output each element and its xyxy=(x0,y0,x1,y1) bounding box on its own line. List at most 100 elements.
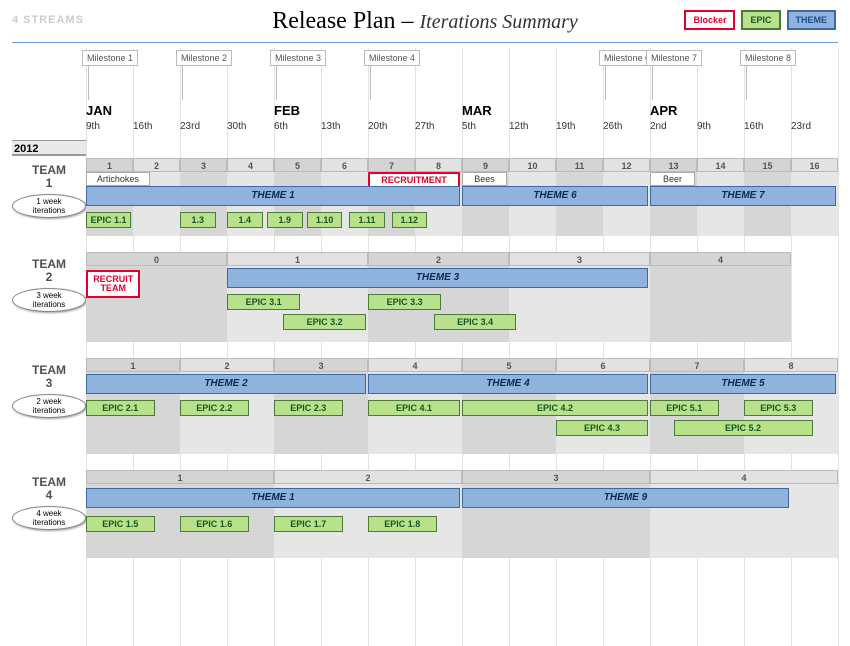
legend-blocker: Blocker xyxy=(684,10,735,30)
blocker-bar: RECRUIT TEAM xyxy=(86,270,140,298)
iteration-pill: 2 week iterations xyxy=(12,394,86,418)
title-sub: Iterations Summary xyxy=(419,11,577,33)
milestone: Milestone 8 xyxy=(740,50,796,66)
date-label: 23rd xyxy=(180,121,200,132)
epic-bar: 1.10 xyxy=(307,212,343,228)
team-name: TEAM3 xyxy=(12,364,86,390)
iteration-header: 9 xyxy=(462,158,509,172)
epic-bar: EPIC 1.8 xyxy=(368,516,437,532)
iteration-header: 3 xyxy=(274,358,368,372)
iteration-header: 5 xyxy=(274,158,321,172)
date-label: 6th xyxy=(274,121,288,132)
epic-bar: 1.3 xyxy=(180,212,216,228)
iteration-header: 3 xyxy=(509,252,650,266)
iteration-header: 1 xyxy=(86,358,180,372)
epic-bar: EPIC 1.1 xyxy=(86,212,131,228)
epic-bar: 1.12 xyxy=(392,212,428,228)
iteration-pill: 3 week iterations xyxy=(12,288,86,312)
team-row: 12345678910111213141516ArtichokesBeesBee… xyxy=(86,158,850,236)
iteration-header: 4 xyxy=(227,158,274,172)
iteration-header: 4 xyxy=(368,358,462,372)
iteration-header: 1 xyxy=(227,252,368,266)
epic-bar: EPIC 2.2 xyxy=(180,400,249,416)
epic-bar: EPIC 3.2 xyxy=(283,314,366,330)
theme-bar: THEME 2 xyxy=(86,374,366,394)
iteration-pill: 1 week iterations xyxy=(12,194,86,218)
epic-bar: 1.11 xyxy=(349,212,385,228)
date-label: 16th xyxy=(133,121,152,132)
date-label: 27th xyxy=(415,121,434,132)
month-label: APR xyxy=(650,103,677,118)
iteration-header: 12 xyxy=(603,158,650,172)
epic-bar: EPIC 3.3 xyxy=(368,294,441,310)
epic-bar: EPIC 4.2 xyxy=(462,400,648,416)
date-label: 2nd xyxy=(650,121,667,132)
team-name: TEAM4 xyxy=(12,476,86,502)
release-plan-chart: 2012 JANFEBMARAPR9th16th23rd30th6th13th2… xyxy=(12,48,850,646)
team-row: 12345678THEME 2THEME 4THEME 5EPIC 2.1EPI… xyxy=(86,358,850,454)
iteration-header: 7 xyxy=(650,358,744,372)
iteration-pill: 4 week iterations xyxy=(12,506,86,530)
epic-bar: EPIC 3.4 xyxy=(434,314,517,330)
date-label: 23rd xyxy=(791,121,811,132)
title-sep: – xyxy=(395,8,419,34)
note-bar: Beer xyxy=(650,172,695,186)
date-label: 12th xyxy=(509,121,528,132)
team-row: 1234 THEME 1THEME 9 EPIC 1.5 EPIC 1.6 EPIC 1… xyxy=(86,470,850,558)
iteration-header: 8 xyxy=(415,158,462,172)
date-label: 30th xyxy=(227,121,246,132)
year-label: 2012 xyxy=(12,140,86,156)
date-label: 13th xyxy=(321,121,340,132)
iteration-header: 11 xyxy=(556,158,603,172)
date-label: 20th xyxy=(368,121,387,132)
date-label: 9th xyxy=(86,121,100,132)
date-label: 5th xyxy=(462,121,476,132)
theme-bar: THEME 3 xyxy=(227,268,648,288)
theme-bar: THEME 1 xyxy=(86,186,460,206)
legend-theme: THEME xyxy=(787,10,837,30)
epic-bar: EPIC 2.3 xyxy=(274,400,343,416)
iteration-header: 3 xyxy=(180,158,227,172)
epic-bar: 1.9 xyxy=(267,212,303,228)
iteration-header: 7 xyxy=(368,158,415,172)
month-label: MAR xyxy=(462,103,492,118)
epic-bar: EPIC 5.2 xyxy=(674,420,813,436)
team-name: TEAM2 xyxy=(12,258,86,284)
epic-bar: EPIC 3.1 xyxy=(227,294,300,310)
milestone: Milestone 3 xyxy=(270,50,326,66)
epic-bar: EPIC 4.3 xyxy=(556,420,648,436)
iteration-header: 5 xyxy=(462,358,556,372)
theme-bar: THEME 9 xyxy=(462,488,789,508)
iteration-header: 1 xyxy=(86,470,274,484)
iteration-header: 3 xyxy=(462,470,650,484)
iteration-header: 8 xyxy=(744,358,838,372)
epic-bar: EPIC 5.1 xyxy=(650,400,719,416)
date-label: 19th xyxy=(556,121,575,132)
epic-bar: EPIC 4.1 xyxy=(368,400,460,416)
theme-bar: THEME 5 xyxy=(650,374,836,394)
title-main: Release Plan xyxy=(272,8,395,34)
team-row: 01234RECRUIT TEAMTHEME 3EPIC 3.1EPIC 3.2… xyxy=(86,252,850,342)
milestone: Milestone 2 xyxy=(176,50,232,66)
iteration-header: 16 xyxy=(791,158,838,172)
iteration-header: 14 xyxy=(697,158,744,172)
theme-bar: THEME 4 xyxy=(368,374,648,394)
date-label: 9th xyxy=(697,121,711,132)
theme-bar: THEME 6 xyxy=(462,186,648,206)
iteration-header: 2 xyxy=(180,358,274,372)
epic-bar: EPIC 5.3 xyxy=(744,400,813,416)
iteration-header: 6 xyxy=(556,358,650,372)
date-label: 26th xyxy=(603,121,622,132)
iteration-header: 2 xyxy=(274,470,462,484)
iteration-header: 2 xyxy=(133,158,180,172)
month-label: JAN xyxy=(86,103,112,118)
epic-bar: EPIC 1.6 xyxy=(180,516,249,532)
iteration-header: 4 xyxy=(650,252,791,266)
iteration-header: 0 xyxy=(86,252,227,266)
iteration-header: 15 xyxy=(744,158,791,172)
iteration-header: 4 xyxy=(650,470,838,484)
milestone: Milestone 7 xyxy=(646,50,702,66)
epic-bar: EPIC 1.5 xyxy=(86,516,155,532)
epic-bar: 1.4 xyxy=(227,212,263,228)
theme-bar: THEME 1 xyxy=(86,488,460,508)
